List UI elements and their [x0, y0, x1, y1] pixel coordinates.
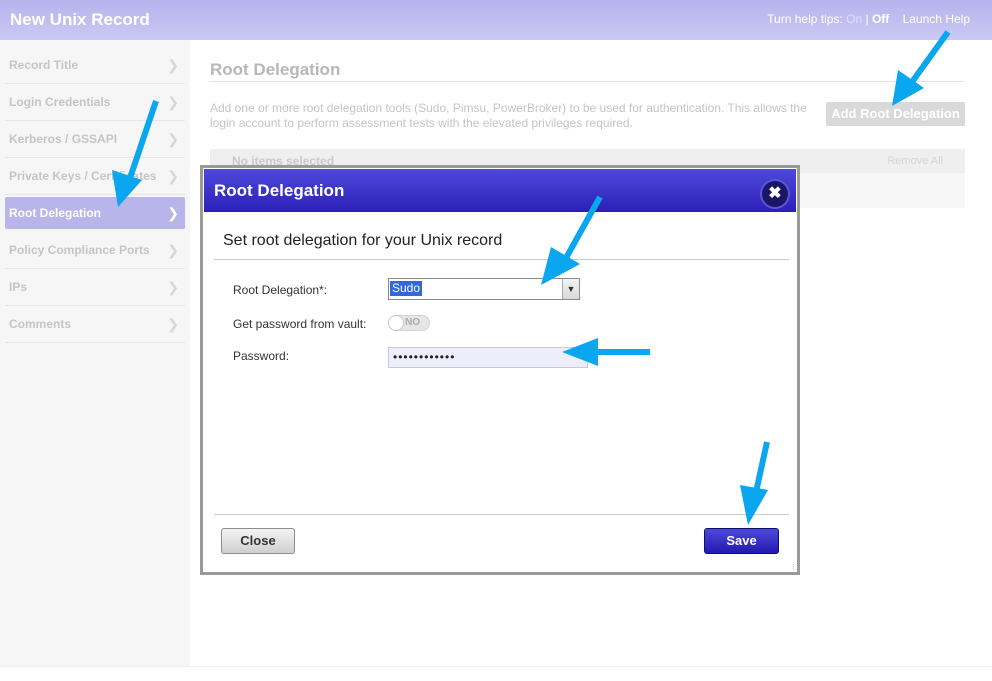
password-field[interactable]: ••••••••••••	[388, 347, 588, 368]
dialog-header: Root Delegation ✖	[204, 169, 796, 212]
sidebar-item-label: Kerberos / GSSAPI	[9, 132, 118, 146]
vault-label: Get password from vault:	[233, 317, 367, 331]
sidebar-item-root-delegation[interactable]: Root Delegation ❯	[5, 197, 185, 229]
sidebar-item-record-title[interactable]: Record Title ❯	[5, 47, 185, 84]
arrow-annotation	[892, 30, 951, 106]
sidebar-item-label: IPs	[9, 280, 28, 294]
chevron-right-icon: ❯	[167, 168, 179, 184]
sidebar-item-login-credentials[interactable]: Login Credentials ❯	[5, 84, 185, 121]
sidebar-item-label: Comments	[9, 317, 72, 331]
save-button[interactable]: Save	[704, 528, 779, 554]
remove-all-link[interactable]: Remove All	[887, 155, 943, 167]
help-tips-bar: Turn help tips: On | Off Launch Help	[767, 12, 970, 26]
root-delegation-label: Root Delegation*:	[233, 283, 328, 297]
help-off-toggle[interactable]: Off	[872, 12, 889, 26]
sidebar-item-label: Login Credentials	[9, 95, 111, 109]
resize-grip-icon[interactable]: ⋮	[790, 564, 797, 571]
chevron-right-icon: ❯	[167, 242, 179, 258]
section-description: Add one or more root delegation tools (S…	[210, 101, 807, 130]
app-title: New Unix Record	[10, 10, 150, 29]
dialog-title: Root Delegation	[214, 181, 345, 200]
section-divider	[210, 81, 964, 82]
chevron-right-icon: ❯	[167, 131, 179, 147]
chevron-right-icon: ❯	[167, 205, 179, 221]
help-tips-label: Turn help tips:	[767, 12, 843, 26]
sidebar: Record Title ❯ Login Credentials ❯ Kerbe…	[0, 40, 190, 666]
dropdown-arrow-icon[interactable]: ▼	[562, 279, 579, 299]
root-delegation-select[interactable]: Sudo ▼	[388, 278, 580, 300]
close-icon[interactable]: ✖	[762, 181, 788, 207]
sidebar-item-ips[interactable]: IPs ❯	[5, 269, 185, 306]
vault-toggle[interactable]: NO	[388, 315, 430, 331]
dialog-footer-divider	[214, 514, 789, 515]
section-title: Root Delegation	[210, 60, 341, 79]
launch-help-link[interactable]: Launch Help	[903, 12, 970, 26]
sidebar-item-label: Record Title	[9, 58, 79, 72]
chevron-right-icon: ❯	[167, 57, 179, 73]
sidebar-item-kerberos[interactable]: Kerberos / GSSAPI ❯	[5, 121, 185, 158]
sidebar-item-label: Root Delegation	[9, 206, 101, 220]
footer-divider	[0, 666, 992, 667]
app-header: New Unix Record Turn help tips: On | Off…	[0, 0, 992, 40]
sidebar-item-label: Policy Compliance Ports	[9, 243, 150, 257]
sidebar-item-label: Private Keys / Certificates	[9, 169, 157, 183]
help-on-toggle[interactable]: On	[846, 12, 862, 26]
chevron-right-icon: ❯	[167, 316, 179, 332]
root-delegation-dialog: Root Delegation ✖ Set root delegation fo…	[200, 165, 800, 575]
chevron-right-icon: ❯	[167, 279, 179, 295]
dialog-subtitle: Set root delegation for your Unix record	[223, 232, 503, 249]
add-root-delegation-button[interactable]: Add Root Delegation	[826, 102, 965, 126]
sidebar-item-private-keys[interactable]: Private Keys / Certificates ❯	[5, 158, 185, 195]
help-separator: |	[865, 12, 869, 26]
toggle-knob	[388, 315, 404, 331]
sidebar-item-policy-compliance-ports[interactable]: Policy Compliance Ports ❯	[5, 232, 185, 269]
close-button[interactable]: Close	[221, 528, 295, 554]
password-label: Password:	[233, 349, 290, 363]
root-delegation-value: Sudo	[390, 281, 423, 296]
vault-toggle-state: NO	[405, 317, 420, 328]
chevron-right-icon: ❯	[167, 94, 179, 110]
sidebar-item-comments[interactable]: Comments ❯	[5, 306, 185, 343]
dialog-divider	[214, 259, 789, 260]
